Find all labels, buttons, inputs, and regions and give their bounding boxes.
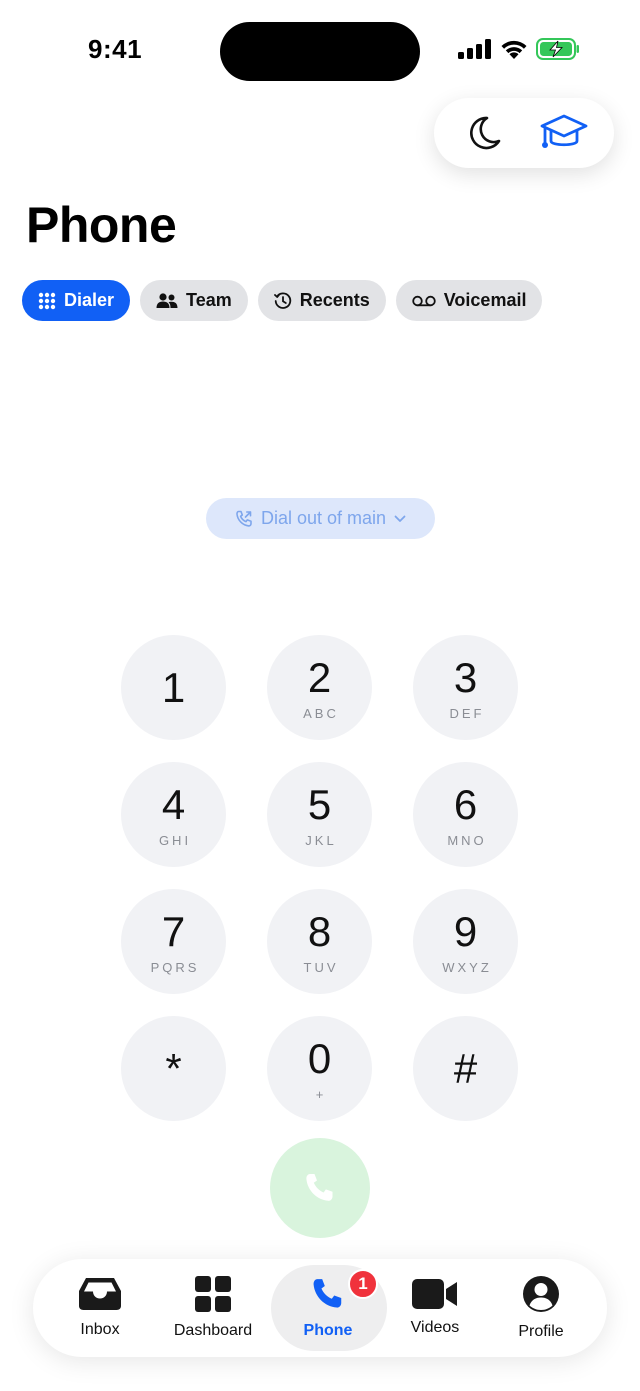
moon-icon: [470, 116, 501, 150]
profile-icon: [523, 1276, 559, 1312]
nav-dashboard[interactable]: Dashboard: [163, 1259, 263, 1357]
graduation-cap-icon: [540, 114, 588, 148]
inbox-icon: [79, 1278, 121, 1310]
status-icons: [458, 38, 580, 60]
key-digit: 9: [453, 907, 478, 955]
dial-keypad: 1 2 ABC 3 DEF 4 GHI 5 JKL 6 MNO 7 PQRS 8: [121, 635, 518, 1121]
key-6[interactable]: 6 MNO: [413, 762, 518, 867]
people-icon: [156, 292, 178, 308]
top-actions-pill: [434, 98, 614, 168]
nav-phone[interactable]: Phone 1: [278, 1259, 378, 1357]
notification-badge: 1: [348, 1269, 378, 1299]
nav-inbox[interactable]: Inbox: [55, 1259, 145, 1357]
battery-charging-icon: [536, 38, 579, 60]
learning-button[interactable]: [536, 105, 592, 161]
cellular-signal-icon: [458, 39, 491, 59]
key-star[interactable]: *: [121, 1016, 226, 1121]
tab-recents[interactable]: Recents: [257, 280, 386, 321]
key-2[interactable]: 2 ABC: [267, 635, 372, 740]
key-digit: 4: [161, 780, 186, 828]
key-1[interactable]: 1: [121, 635, 226, 740]
history-clock-icon: [273, 291, 291, 309]
key-5[interactable]: 5 JKL: [267, 762, 372, 867]
outgoing-call-icon: [236, 510, 252, 527]
key-digit: 3: [453, 653, 478, 701]
key-digit: 5: [307, 780, 332, 828]
key-digit: 1: [161, 663, 186, 711]
tab-team[interactable]: Team: [140, 280, 248, 321]
tab-voicemail[interactable]: Voicemail: [395, 280, 543, 321]
video-camera-icon: [412, 1279, 457, 1309]
call-button[interactable]: [270, 1138, 370, 1238]
wifi-icon: [501, 40, 527, 59]
voicemail-icon: [412, 295, 436, 306]
dial-out-selector[interactable]: Dial out of main: [206, 498, 435, 539]
key-letters: +: [315, 1086, 327, 1102]
key-letters: DEF: [449, 705, 485, 721]
tab-recents-label: Recents: [299, 290, 370, 310]
nav-videos[interactable]: Videos: [390, 1259, 480, 1357]
key-letters: TUV: [303, 959, 339, 975]
key-letters: GHI: [158, 832, 192, 848]
key-digit: 7: [161, 907, 186, 955]
key-3[interactable]: 3 DEF: [413, 635, 518, 740]
key-digit: 8: [307, 907, 332, 955]
chevron-down-icon: [394, 515, 406, 522]
nav-label: Videos: [410, 1319, 460, 1336]
dial-out-label: Dial out of main: [260, 508, 387, 528]
key-letters: WXYZ: [442, 959, 492, 975]
page-title: Phone: [26, 197, 177, 253]
key-0[interactable]: 0 +: [267, 1016, 372, 1121]
key-digit: 0: [307, 1034, 332, 1082]
key-hash[interactable]: #: [413, 1016, 518, 1121]
phone-icon: [313, 1279, 342, 1308]
nav-label: Dashboard: [173, 1322, 253, 1339]
key-8[interactable]: 8 TUV: [267, 889, 372, 994]
phone-screen: 9:41 Phone Dialer Team Recents Voicemail…: [0, 0, 640, 1391]
tab-dialer-label: Dialer: [64, 290, 115, 310]
key-letters: MNO: [447, 832, 487, 848]
key-letters: PQRS: [150, 959, 200, 975]
key-9[interactable]: 9 WXYZ: [413, 889, 518, 994]
phone-handset-icon: [306, 1174, 333, 1201]
key-letters: JKL: [305, 832, 337, 848]
dynamic-island: [220, 22, 420, 81]
keypad-grid-icon: [38, 292, 56, 309]
key-digit: 6: [453, 780, 478, 828]
phone-tabs: Dialer Team Recents Voicemail: [22, 280, 543, 321]
nav-profile[interactable]: Profile: [496, 1259, 586, 1357]
nav-label: Inbox: [80, 1321, 120, 1338]
bottom-nav: Inbox Dashboard Phone 1 Videos Profile: [33, 1259, 607, 1357]
key-4[interactable]: 4 GHI: [121, 762, 226, 867]
key-letters: ABC: [303, 705, 339, 721]
status-time: 9:41: [88, 34, 143, 64]
key-7[interactable]: 7 PQRS: [121, 889, 226, 994]
key-digit: 2: [307, 653, 332, 701]
nav-label: Profile: [518, 1323, 564, 1340]
key-digit: *: [165, 1044, 182, 1092]
nav-label: Phone: [303, 1322, 353, 1339]
tab-team-label: Team: [186, 290, 232, 310]
dark-mode-button[interactable]: [456, 105, 512, 161]
dashboard-grid-icon: [195, 1276, 231, 1312]
key-digit: #: [453, 1044, 478, 1092]
tab-dialer[interactable]: Dialer: [22, 280, 131, 321]
tab-voicemail-label: Voicemail: [443, 290, 527, 310]
